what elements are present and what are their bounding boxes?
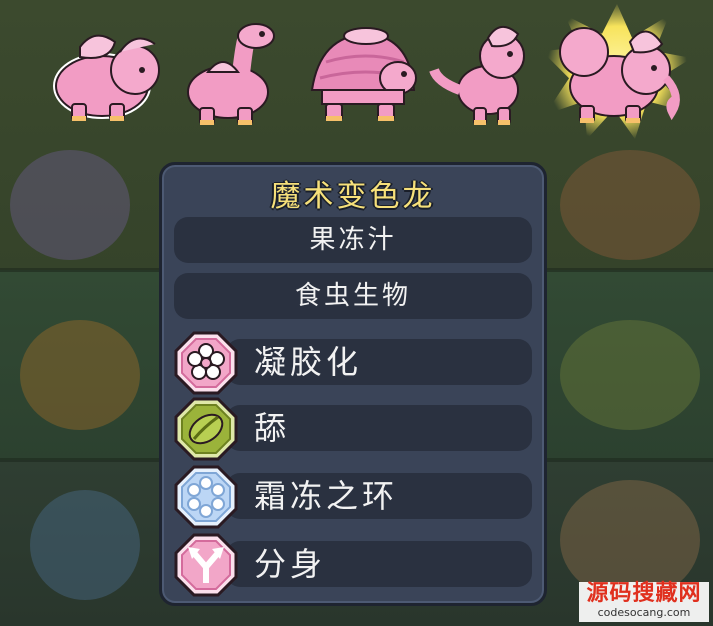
- watermark: 源码搜藏网 codesocang.com: [579, 582, 709, 622]
- watermark-url: codesocang.com: [597, 606, 691, 619]
- ability-row[interactable]: 分身: [166, 533, 532, 597]
- ability-row[interactable]: 霜冻之环: [166, 465, 532, 529]
- watermark-title: 源码搜藏网: [586, 581, 702, 606]
- background-creature: [560, 150, 700, 260]
- creature-raptor[interactable]: [429, 12, 540, 130]
- creature-info-panel: 魔术变色龙 果冻汁 食虫生物 凝胶化 舔 霜冻之环 分身: [159, 162, 547, 606]
- flower-icon: [174, 331, 238, 395]
- background-creature: [20, 320, 140, 430]
- trait-pill: 食虫生物: [174, 273, 532, 319]
- panel-title: 魔术变色龙: [270, 179, 436, 214]
- ability-label: 分身: [254, 545, 327, 583]
- background-creature: [10, 150, 130, 260]
- creature-elephant-selected[interactable]: [550, 12, 690, 130]
- ability-row[interactable]: 凝胶化: [166, 331, 532, 395]
- split-arrow-icon: [174, 533, 238, 597]
- background-creature: [30, 490, 140, 600]
- ability-row[interactable]: 舔: [166, 397, 532, 461]
- ability-label: 凝胶化: [254, 343, 363, 381]
- ability-label: 霜冻之环: [254, 477, 399, 515]
- background-creature: [560, 320, 700, 430]
- creature-turtle[interactable]: [300, 12, 430, 130]
- creature-triceratops[interactable]: [40, 12, 170, 130]
- ability-label: 舔: [254, 409, 291, 447]
- leaf-icon: [174, 397, 238, 461]
- creature-brontosaurus[interactable]: [178, 12, 288, 130]
- snowflake-ring-icon: [174, 465, 238, 529]
- trait-pill: 果冻汁: [174, 217, 532, 263]
